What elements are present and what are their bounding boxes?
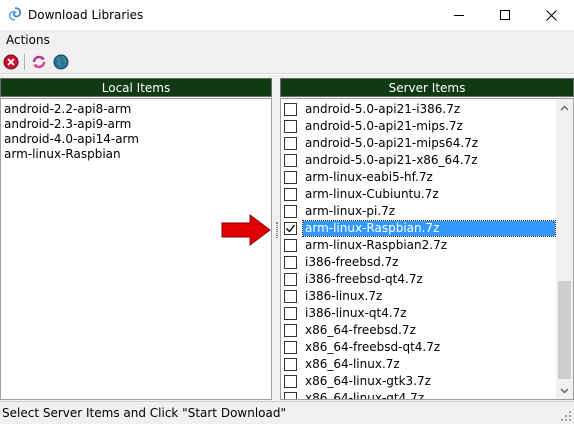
server-item-row[interactable]: x86_64-freebsd-qt4.7z bbox=[281, 338, 557, 355]
local-item[interactable]: android-2.2-api8-arm bbox=[4, 102, 131, 117]
server-item-row[interactable]: android-5.0-api21-x86_64.7z bbox=[281, 151, 557, 168]
server-item-label: arm-linux-eabi5-hf.7z bbox=[305, 170, 433, 184]
server-item-label: android-5.0-api21-mips64.7z bbox=[305, 136, 479, 150]
menu-bar: Actions bbox=[0, 30, 574, 50]
server-item-checkbox[interactable] bbox=[284, 256, 297, 269]
close-button[interactable] bbox=[528, 0, 574, 30]
resize-grip-icon[interactable] bbox=[560, 410, 572, 422]
app-swirl-icon bbox=[8, 7, 22, 21]
toolbar-separator bbox=[24, 54, 25, 70]
server-item-row[interactable]: x86_64-linux-qt4.7z bbox=[281, 389, 557, 400]
server-item-row[interactable]: i386-freebsd.7z bbox=[281, 253, 557, 270]
server-item-row[interactable]: i386-linux-qt4.7z bbox=[281, 304, 557, 321]
server-item-label: android-5.0-api21-mips.7z bbox=[305, 119, 463, 133]
local-item[interactable]: android-4.0-api14-arm bbox=[4, 132, 139, 147]
server-item-checkbox[interactable] bbox=[284, 222, 297, 235]
close-icon bbox=[545, 9, 557, 21]
red-arrow-pointer bbox=[221, 214, 271, 246]
scrollbar-thumb[interactable] bbox=[558, 281, 571, 379]
maximize-icon bbox=[500, 10, 510, 20]
chevron-down-icon bbox=[560, 388, 569, 393]
server-item-checkbox[interactable] bbox=[284, 239, 297, 252]
status-text: Select Server Items and Click "Start Dow… bbox=[2, 406, 286, 420]
server-item-checkbox[interactable] bbox=[284, 171, 297, 184]
server-item-label: android-5.0-api21-i386.7z bbox=[305, 102, 461, 116]
server-item-row[interactable]: arm-linux-pi.7z bbox=[281, 202, 557, 219]
server-item-label: x86_64-linux-gtk3.7z bbox=[305, 374, 431, 388]
server-item-label: arm-linux-Cubiuntu.7z bbox=[305, 187, 439, 201]
server-item-label: arm-linux-pi.7z bbox=[305, 204, 396, 218]
server-item-label: x86_64-linux.7z bbox=[305, 357, 400, 371]
chevron-up-icon bbox=[560, 105, 569, 110]
server-items-header: Server Items bbox=[280, 78, 574, 97]
scroll-up-button[interactable] bbox=[556, 99, 573, 116]
server-item-row[interactable]: android-5.0-api21-mips64.7z bbox=[281, 134, 557, 151]
server-item-checkbox[interactable] bbox=[284, 392, 297, 399]
server-item-row[interactable]: i386-linux.7z bbox=[281, 287, 557, 304]
local-item[interactable]: android-2.3-api9-arm bbox=[4, 117, 131, 132]
server-item-row[interactable]: arm-linux-Raspbian2.7z bbox=[281, 236, 557, 253]
server-item-label: android-5.0-api21-x86_64.7z bbox=[305, 153, 478, 167]
title-bar: Download Libraries bbox=[0, 0, 574, 30]
minimize-icon bbox=[454, 14, 464, 16]
server-item-row[interactable]: android-5.0-api21-mips.7z bbox=[281, 117, 557, 134]
server-item-row[interactable]: x86_64-freebsd.7z bbox=[281, 321, 557, 338]
server-item-row[interactable]: arm-linux-Cubiuntu.7z bbox=[281, 185, 557, 202]
maximize-button[interactable] bbox=[482, 0, 528, 30]
server-item-label: i386-freebsd-qt4.7z bbox=[305, 272, 423, 286]
server-item-checkbox[interactable] bbox=[284, 358, 297, 371]
server-item-checkbox[interactable] bbox=[284, 307, 297, 320]
server-item-label: arm-linux-Raspbian.7z bbox=[302, 220, 556, 237]
server-item-checkbox[interactable] bbox=[284, 205, 297, 218]
server-item-row[interactable]: i386-freebsd-qt4.7z bbox=[281, 270, 557, 287]
server-items-list[interactable]: android-5.0-api21-i386.7z android-5.0-api… bbox=[280, 98, 574, 400]
server-item-label: x86_64-linux-qt4.7z bbox=[305, 391, 424, 400]
splitter-handle[interactable] bbox=[276, 222, 278, 238]
server-item-row[interactable]: x86_64-linux-gtk3.7z bbox=[281, 372, 557, 389]
server-item-row[interactable]: arm-linux-eabi5-hf.7z bbox=[281, 168, 557, 185]
server-item-checkbox[interactable] bbox=[284, 120, 297, 133]
refresh-icon[interactable] bbox=[30, 53, 48, 71]
server-item-label: x86_64-freebsd-qt4.7z bbox=[305, 340, 441, 354]
server-item-label: arm-linux-Raspbian2.7z bbox=[305, 238, 447, 252]
local-item[interactable]: arm-linux-Raspbian bbox=[4, 147, 121, 162]
local-items-header: Local Items bbox=[0, 78, 272, 97]
server-item-label: i386-freebsd.7z bbox=[305, 255, 399, 269]
server-item-checkbox[interactable] bbox=[284, 273, 297, 286]
checkmark-icon bbox=[286, 224, 296, 233]
toolbar bbox=[0, 50, 574, 74]
server-item-row[interactable]: arm-linux-Raspbian.7z bbox=[281, 219, 557, 237]
server-item-checkbox[interactable] bbox=[284, 137, 297, 150]
minimize-button[interactable] bbox=[436, 0, 482, 30]
server-item-checkbox[interactable] bbox=[284, 375, 297, 388]
stop-icon[interactable] bbox=[2, 53, 20, 71]
local-items-list[interactable]: android-2.2-api8-arm android-2.3-api9-ar… bbox=[0, 98, 272, 400]
status-bar: Select Server Items and Click "Start Dow… bbox=[0, 401, 574, 424]
server-item-checkbox[interactable] bbox=[284, 154, 297, 167]
server-item-label: i386-linux-qt4.7z bbox=[305, 306, 407, 320]
server-item-checkbox[interactable] bbox=[284, 324, 297, 337]
window-title: Download Libraries bbox=[28, 8, 144, 22]
server-item-checkbox[interactable] bbox=[284, 290, 297, 303]
vertical-scrollbar[interactable] bbox=[556, 99, 573, 399]
globe-icon[interactable] bbox=[52, 53, 70, 71]
server-item-label: x86_64-freebsd.7z bbox=[305, 323, 416, 337]
server-item-row[interactable]: x86_64-linux.7z bbox=[281, 355, 557, 372]
server-item-label: i386-linux.7z bbox=[305, 289, 383, 303]
server-item-checkbox[interactable] bbox=[284, 341, 297, 354]
menu-actions[interactable]: Actions bbox=[6, 33, 50, 47]
scroll-down-button[interactable] bbox=[556, 382, 573, 399]
server-item-row[interactable]: android-5.0-api21-i386.7z bbox=[281, 100, 557, 117]
server-item-checkbox[interactable] bbox=[284, 103, 297, 116]
server-item-checkbox[interactable] bbox=[284, 188, 297, 201]
